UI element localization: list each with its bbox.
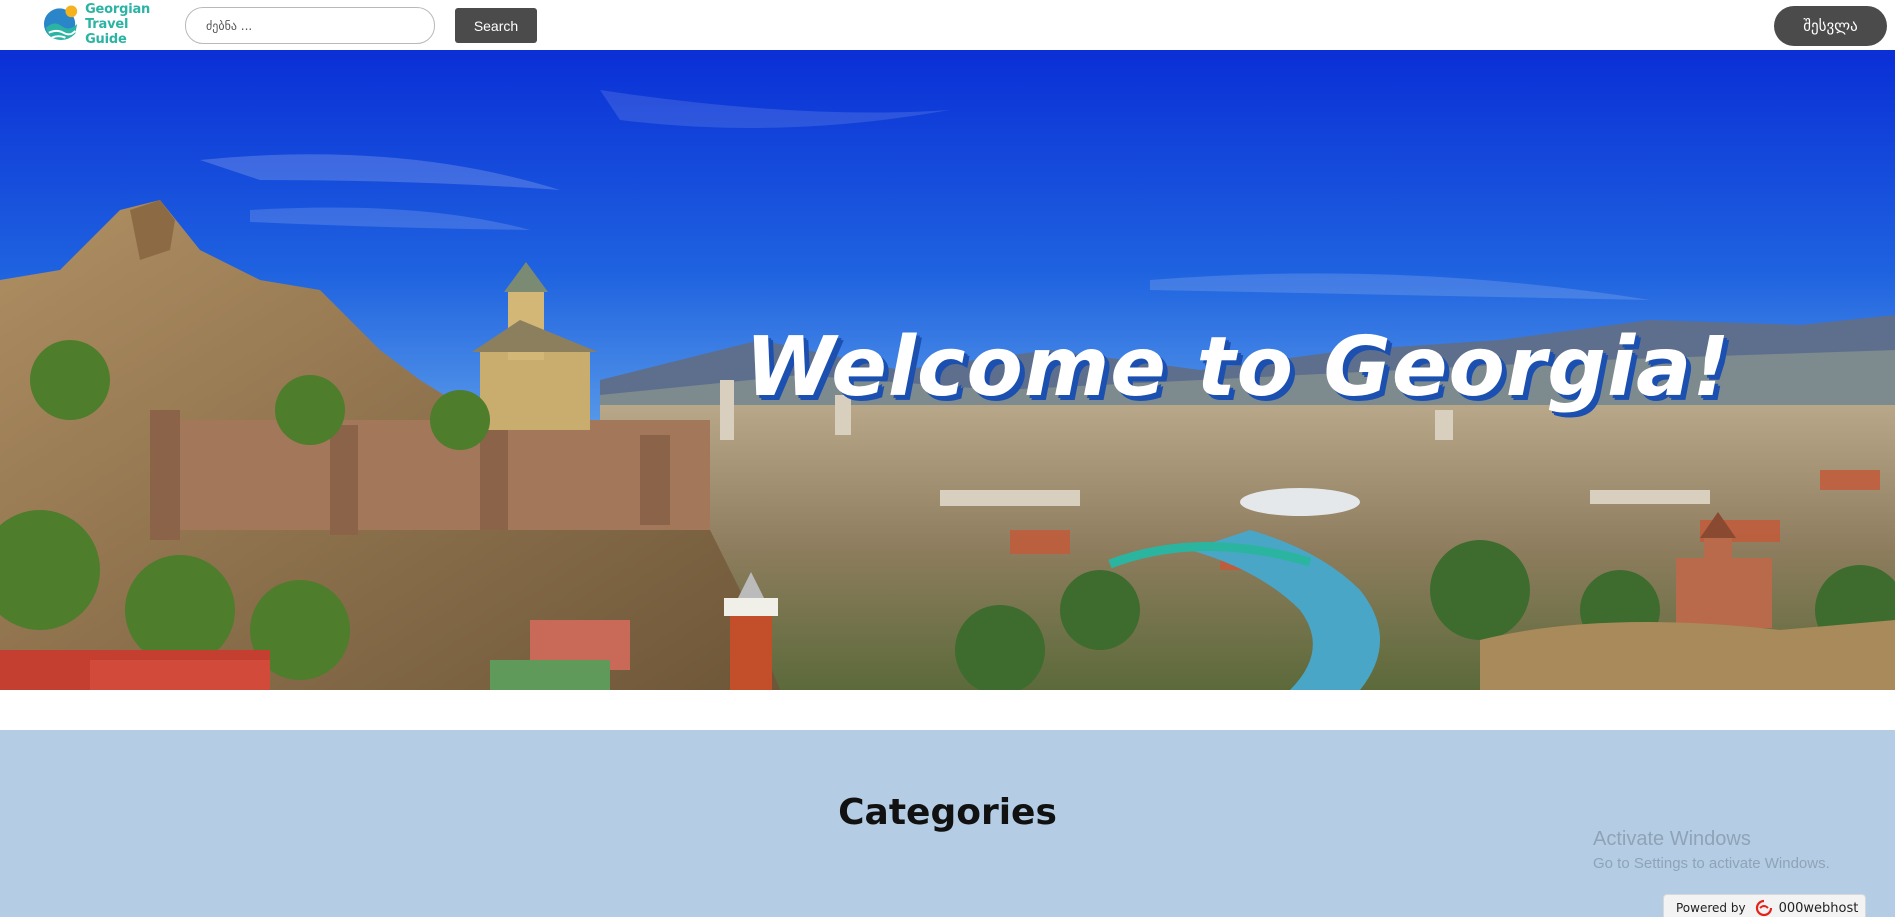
host-brand-label: 000webhost bbox=[1778, 900, 1859, 916]
site-header: Georgian Travel Guide Search შესვლა bbox=[0, 0, 1895, 50]
powered-by-label: Powered by bbox=[1676, 901, 1746, 915]
activate-windows-subtitle: Go to Settings to activate Windows. bbox=[1593, 855, 1830, 872]
activate-windows-title: Activate Windows bbox=[1593, 828, 1751, 850]
webhost-logo-icon bbox=[1755, 899, 1772, 917]
hero-banner: Welcome to Georgia! bbox=[0, 50, 1895, 690]
powered-by-badge[interactable]: Powered by 000webhost bbox=[1663, 894, 1866, 917]
site-logo[interactable]: Georgian Travel Guide bbox=[42, 1, 172, 47]
logo-line-1: Georgian bbox=[85, 1, 151, 17]
hero-title: Welcome to Georgia! bbox=[745, 320, 1731, 415]
categories-section: Categories bbox=[0, 730, 1895, 917]
search-button[interactable]: Search bbox=[455, 8, 537, 43]
logo-text: Georgian Travel Guide bbox=[85, 2, 172, 47]
logo-icon bbox=[43, 5, 78, 41]
search-input[interactable] bbox=[185, 7, 435, 44]
categories-title: Categories bbox=[838, 792, 1057, 833]
logo-line-2: Travel Guide bbox=[85, 16, 129, 47]
host-brand: 000webhost bbox=[1754, 899, 1859, 917]
login-button[interactable]: შესვლა bbox=[1774, 6, 1887, 46]
